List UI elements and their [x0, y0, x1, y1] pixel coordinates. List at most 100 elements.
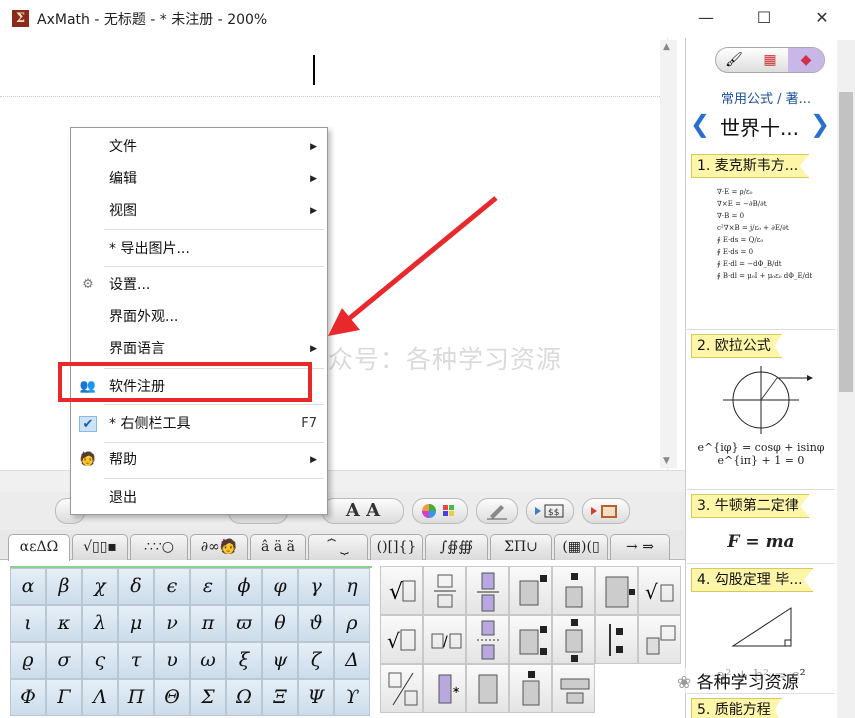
menu-item[interactable]: 编辑 ▶	[71, 164, 327, 194]
grid-icon[interactable]: ▦	[752, 48, 788, 72]
symbol-button[interactable]: λ	[82, 605, 118, 642]
menu-item[interactable]: ✔ * 右侧栏工具 F7	[71, 409, 327, 439]
template-button[interactable]	[423, 566, 466, 615]
template-button[interactable]: /	[423, 615, 466, 664]
sidebar-scroll-thumb[interactable]	[839, 92, 853, 392]
symbol-tab[interactable]: (▦)(▯	[554, 534, 608, 560]
symbol-button[interactable]: ξ	[226, 642, 262, 679]
symbol-tab[interactable]: √▯▯▪	[72, 534, 128, 560]
symbol-button[interactable]: ω	[190, 642, 226, 679]
font-bold-a-icon[interactable]: A	[346, 500, 360, 521]
symbol-button[interactable]: φ	[262, 568, 298, 605]
symbol-tab[interactable]: αεΔΩ	[8, 534, 70, 561]
symbol-button[interactable]: ρ	[334, 605, 370, 642]
template-button[interactable]	[552, 615, 595, 664]
symbol-button[interactable]: ζ	[298, 642, 334, 679]
symbol-button[interactable]: Σ	[190, 679, 226, 716]
maximize-button[interactable]: ☐	[741, 0, 787, 36]
export-button[interactable]: $$	[526, 498, 574, 524]
menu-item[interactable]: 文件 ▶	[71, 132, 327, 162]
symbol-tab[interactable]: â ä ã	[250, 534, 306, 560]
template-button[interactable]	[380, 664, 423, 713]
menu-item[interactable]: 视图 ▶	[71, 196, 327, 226]
menu-item[interactable]: 界面语言 ▶	[71, 334, 327, 364]
symbol-button[interactable]: μ	[118, 605, 154, 642]
symbol-button[interactable]: α	[10, 568, 46, 605]
menu-item[interactable]: 退出	[71, 483, 327, 513]
sidebar-breadcrumb[interactable]: 常用公式 / 著...	[700, 88, 832, 107]
symbol-button[interactable]: Ξ	[262, 679, 298, 716]
symbol-button[interactable]: χ	[82, 568, 118, 605]
template-button[interactable]	[552, 664, 595, 713]
symbol-tab[interactable]: ∴∵○	[130, 534, 188, 560]
menu-item[interactable]: ⚙ 设置...	[71, 270, 327, 300]
template-button[interactable]	[509, 664, 552, 713]
scroll-down-arrow-icon[interactable]: ▼	[663, 456, 670, 466]
symbol-button[interactable]: θ	[262, 605, 298, 642]
symbol-tab[interactable]: → ⇒	[610, 534, 670, 560]
template-button[interactable]	[466, 664, 509, 713]
symbol-button[interactable]: ν	[154, 605, 190, 642]
symbol-tab[interactable]: ΣΠ∪	[490, 534, 552, 560]
next-category-arrow-icon[interactable]: ❯	[810, 110, 830, 138]
color-button[interactable]	[412, 498, 468, 524]
formula-card[interactable]: 2. 欧拉公式 e^{iφ} = cosφ + isinφ e^{iπ} + 1 =…	[687, 330, 835, 490]
symbol-button[interactable]: γ	[298, 568, 334, 605]
symbol-button[interactable]: δ	[118, 568, 154, 605]
symbol-button[interactable]: β	[46, 568, 82, 605]
symbol-tab[interactable]: ∫∯∰	[425, 534, 488, 560]
formula-card[interactable]: 1. 麦克斯韦方... ∇·E = ρ/ε₀ ∇×E = −∂B/∂t ∇·B = 0…	[687, 150, 835, 330]
template-button[interactable]	[595, 615, 638, 664]
symbol-button[interactable]: ϑ	[298, 605, 334, 642]
font-size-buttons[interactable]: A A	[322, 498, 404, 524]
symbol-button[interactable]: ϕ	[226, 568, 262, 605]
symbol-button[interactable]: ε	[190, 568, 226, 605]
prev-category-arrow-icon[interactable]: ❮	[690, 110, 710, 138]
symbol-button[interactable]: ϖ	[226, 605, 262, 642]
symbol-button[interactable]: Γ	[46, 679, 82, 716]
symbol-button[interactable]: Λ	[82, 679, 118, 716]
symbol-button[interactable]: σ	[46, 642, 82, 679]
template-button[interactable]: ∗	[423, 664, 466, 713]
symbol-button[interactable]: ψ	[262, 642, 298, 679]
symbol-button[interactable]: ϒ	[334, 679, 370, 716]
symbol-button[interactable]: Δ	[334, 642, 370, 679]
symbol-button[interactable]: Ψ	[298, 679, 334, 716]
formula-card[interactable]: 5. 质能方程	[687, 694, 835, 718]
symbol-button[interactable]: Π	[118, 679, 154, 716]
symbol-button[interactable]: ι	[10, 605, 46, 642]
minimize-button[interactable]: —	[683, 0, 729, 36]
template-button[interactable]: √	[380, 615, 423, 664]
symbol-button[interactable]: ϱ	[10, 642, 46, 679]
symbol-button[interactable]: τ	[118, 642, 154, 679]
symbol-tab[interactable]: ∂∞🧑	[190, 534, 248, 560]
symbol-button[interactable]: Ω	[226, 679, 262, 716]
template-button[interactable]: √	[380, 566, 423, 615]
symbol-tab[interactable]: ()[]{}	[370, 534, 423, 560]
close-button[interactable]: ✕	[799, 0, 845, 36]
symbol-button[interactable]: ς	[82, 642, 118, 679]
symbol-button[interactable]: κ	[46, 605, 82, 642]
template-button[interactable]: √	[638, 566, 681, 615]
book-button[interactable]	[582, 498, 630, 524]
symbol-button[interactable]: υ	[154, 642, 190, 679]
symbol-tab[interactable]: ⏞ ⏟	[308, 534, 368, 560]
template-button[interactable]	[509, 615, 552, 664]
symbol-button[interactable]: ϵ	[154, 568, 190, 605]
font-bold-a2-icon[interactable]: A	[366, 500, 380, 521]
template-button[interactable]	[509, 566, 552, 615]
template-button[interactable]	[552, 566, 595, 615]
editor-scrollbar[interactable]: ▲ ▼	[660, 40, 677, 468]
symbol-button[interactable]: π	[190, 605, 226, 642]
symbol-button[interactable]: Φ	[10, 679, 46, 716]
menu-item[interactable]: 界面外观...	[71, 302, 327, 332]
menu-item[interactable]: * 导出图片...	[71, 234, 327, 264]
formula-card[interactable]: 3. 牛顿第二定律 F = ma	[687, 490, 835, 564]
brush-icon[interactable]: 🖌	[716, 48, 752, 72]
symbol-button[interactable]: η	[334, 568, 370, 605]
template-button[interactable]	[595, 566, 638, 615]
template-button[interactable]	[466, 566, 509, 615]
edit-button[interactable]	[476, 498, 518, 524]
symbol-button[interactable]: Θ	[154, 679, 190, 716]
scroll-up-arrow-icon[interactable]: ▲	[663, 42, 670, 52]
